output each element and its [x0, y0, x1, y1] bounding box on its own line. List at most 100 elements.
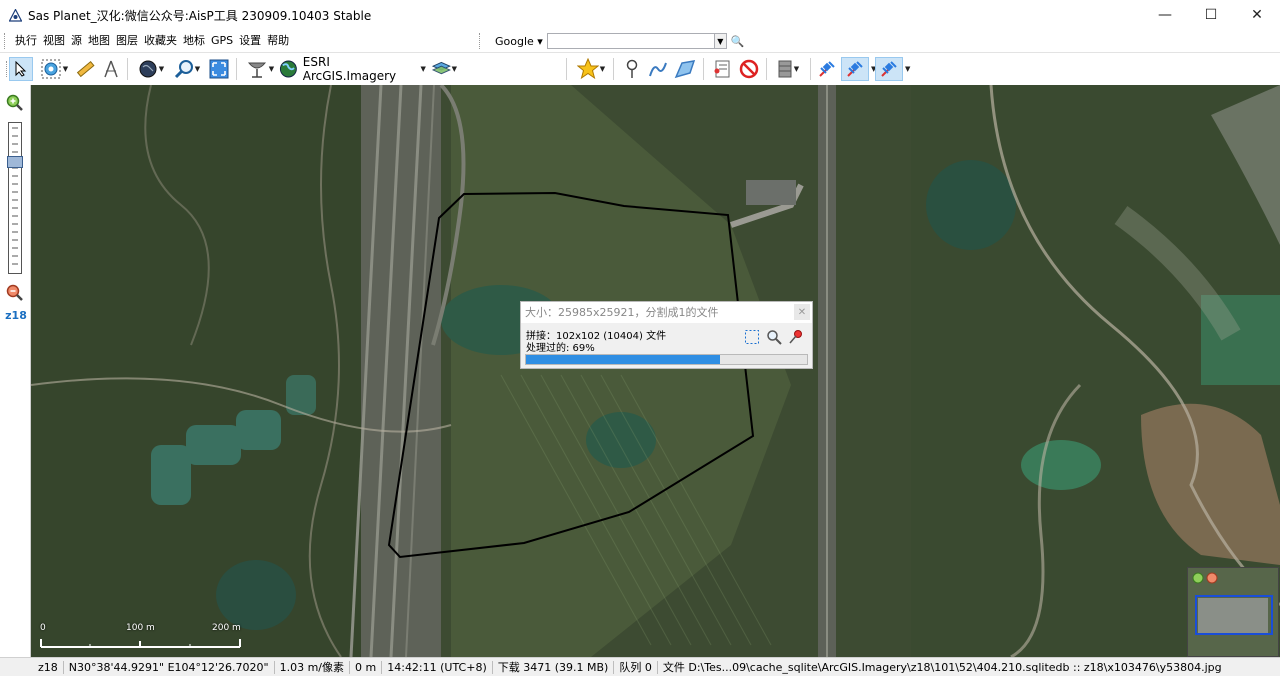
gps-track-button[interactable]: [841, 57, 869, 81]
dialog-title: 大小：25985x25921，分割成1的文件: [521, 302, 812, 323]
search-history-dropdown[interactable]: ▼: [714, 33, 727, 49]
search-input[interactable]: [546, 33, 715, 49]
earth-icon: [279, 60, 297, 78]
progress-bar: [525, 354, 808, 365]
select-area-icon[interactable]: [744, 329, 760, 348]
app-icon: [8, 8, 22, 22]
status-time: 14:42:11 (UTC+8): [387, 660, 487, 674]
menu-execute[interactable]: 执行: [12, 30, 40, 52]
toolbar-separator: [766, 58, 767, 80]
menu-placemarks[interactable]: 地标: [180, 30, 208, 52]
scale-end-label: 200 m: [212, 623, 241, 633]
scale-ruler: [40, 639, 241, 648]
search-toolbar: Google ▾ ▼ 🔍: [475, 30, 745, 52]
menu-layers[interactable]: 图层: [113, 30, 141, 52]
search-grip[interactable]: [479, 33, 483, 49]
zoom-slider-track[interactable]: [8, 122, 22, 274]
toolbar-separator: [236, 58, 237, 80]
compass-tool-button[interactable]: [99, 57, 123, 81]
path-icon: [649, 62, 667, 77]
toolbar-separator: [566, 58, 567, 80]
search-go-icon[interactable]: 🔍: [731, 35, 745, 48]
satellite-dish-icon: [247, 62, 266, 78]
toolbar-separator: [703, 58, 704, 80]
scale-zero-label: 0: [40, 623, 46, 633]
main-toolbar: ▼ ▼ ▼ ▼ ESRI ArcGIS.Imagery ▼ ▼ ▼ ▼ ▼ ▼: [0, 53, 1280, 86]
gps-connect-button[interactable]: [875, 57, 903, 81]
toolbar-separator: [613, 58, 614, 80]
map-view[interactable]: 0 100 m 200 m: [31, 85, 1280, 657]
scale-mid-label: 100 m: [126, 623, 155, 633]
pointer-tool-button[interactable]: [9, 57, 33, 81]
scale-bar: 0 100 m 200 m: [40, 623, 245, 651]
title-bar: Sas Planet_汉化:微信公众号:AisP工具 230909.10403 …: [0, 0, 1280, 30]
menu-view[interactable]: 视图: [40, 30, 68, 52]
add-point-button[interactable]: [620, 57, 644, 81]
zoom-in-icon: [6, 94, 23, 111]
ruler-icon: [76, 60, 95, 78]
area-select-button[interactable]: ▼: [36, 57, 72, 81]
zoom-slider-thumb[interactable]: [7, 156, 23, 168]
menu-favorites[interactable]: 收藏夹: [141, 30, 180, 52]
status-coordinates: N30°38'44.9291" E104°12'26.7020": [68, 660, 269, 674]
globe-icon: [139, 60, 157, 78]
gps-connect-icon: [881, 61, 897, 77]
globe-button[interactable]: ▼: [133, 57, 169, 81]
zoom-out-button[interactable]: [6, 284, 24, 305]
status-bar: z18 N30°38'44.9291" E104°12'26.7020" 1.0…: [0, 657, 1280, 676]
hide-placemarks-button[interactable]: [737, 57, 761, 81]
ruler-tool-button[interactable]: [73, 57, 97, 81]
close-button[interactable]: ✕: [1234, 0, 1280, 30]
pin-window-icon[interactable]: [788, 329, 804, 348]
no-entry-icon: [739, 59, 759, 79]
polygon-icon: [674, 60, 696, 79]
status-zoom: z18: [38, 660, 58, 674]
combine-progress-dialog: 大小：25985x25921，分割成1的文件 ✕ 拼接：102x102 (104…: [520, 301, 813, 369]
processed-percent-text: 处理过的: 69%: [526, 343, 595, 354]
window-title: Sas Planet_汉化:微信公众号:AisP工具 230909.10403 …: [28, 8, 372, 23]
cursor-icon: [15, 61, 27, 77]
mini-map[interactable]: [1187, 567, 1279, 657]
fullscreen-button[interactable]: [207, 57, 231, 81]
zoom-in-button[interactable]: [6, 94, 24, 115]
gear-select-icon: [41, 59, 61, 79]
search-engine-selector[interactable]: Google ▾: [495, 35, 543, 48]
status-file-path: 文件 D:\Tes...09\cache_sqlite\ArcGIS.Image…: [662, 661, 1222, 674]
favorites-button[interactable]: ▼: [574, 57, 608, 81]
placemark-list-icon: [714, 60, 730, 78]
menu-help[interactable]: 帮助: [264, 30, 292, 52]
status-distance: 0 m: [355, 660, 377, 674]
minimize-button[interactable]: —: [1142, 0, 1188, 30]
menu-settings[interactable]: 设置: [236, 30, 264, 52]
zoom-level-label: z18: [5, 309, 27, 322]
progress-fill: [526, 355, 720, 364]
layers-icon: [431, 61, 451, 75]
menu-grip[interactable]: [4, 33, 8, 49]
status-queue: 队列 0: [619, 661, 652, 674]
dialog-close-button[interactable]: ✕: [794, 304, 810, 320]
magnifier-icon: [174, 60, 193, 79]
gps-satellite-icon: [819, 61, 835, 77]
maximize-button[interactable]: ☐: [1188, 0, 1234, 30]
fullscreen-icon: [209, 59, 229, 79]
menu-maps[interactable]: 地图: [85, 30, 113, 52]
add-path-button[interactable]: [646, 57, 670, 81]
satellite-imagery: [31, 85, 1280, 657]
database-icon: [778, 60, 792, 78]
satellite-source-button[interactable]: ▼: [243, 57, 277, 81]
placemark-manager-button[interactable]: [709, 57, 735, 81]
menu-gps[interactable]: GPS: [208, 30, 236, 52]
star-icon: [576, 58, 599, 80]
menu-source[interactable]: 源: [68, 30, 85, 52]
zoom-ticks: [12, 127, 18, 265]
gps-center-button[interactable]: [815, 57, 839, 81]
status-download: 下载 3471 (39.1 MB): [497, 661, 609, 674]
zoom-out-icon: [6, 284, 23, 301]
zoom-to-area-icon[interactable]: [766, 329, 782, 348]
zoom-tool-button[interactable]: ▼: [170, 57, 204, 81]
add-polygon-button[interactable]: [672, 57, 698, 81]
cache-button[interactable]: ▼: [771, 57, 805, 81]
toolbar-separator: [127, 58, 128, 80]
map-source-selector[interactable]: ESRI ArcGIS.Imagery ▼ ▼: [279, 55, 457, 83]
pin-icon: [626, 59, 638, 78]
